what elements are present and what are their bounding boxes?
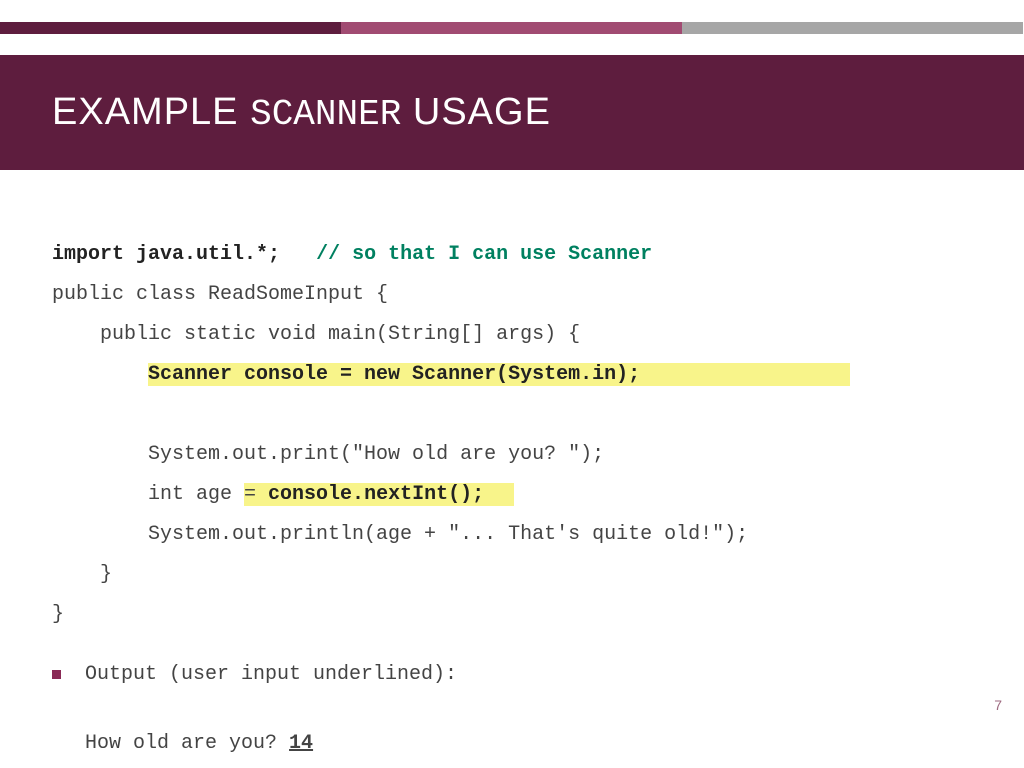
title-word-2: SCANNER — [250, 94, 401, 135]
output-heading: Output (user input underlined): — [85, 655, 457, 695]
slide-title: EXAMPLE SCANNER USAGE — [52, 91, 551, 135]
title-word-3: USAGE — [413, 91, 551, 133]
page-number: 7 — [994, 697, 1002, 713]
code-line-8: } — [52, 563, 112, 586]
output-prompt: How old are you? — [85, 732, 289, 755]
bullet-icon — [52, 670, 61, 679]
code-line-1a: import java.util.*; — [52, 243, 280, 266]
code-line-5: System.out.print("How old are you? "); — [52, 443, 604, 466]
code-line-2: public class ReadSomeInput { — [52, 283, 388, 306]
output-user-input: 14 — [289, 732, 313, 755]
code-line-9: } — [52, 603, 64, 626]
code-line-6c-highlight: console.nextInt(); — [268, 483, 514, 506]
title-word-1: EXAMPLE — [52, 91, 239, 133]
code-line-6a: int age — [52, 483, 244, 506]
code-line-6b: = — [244, 483, 268, 506]
code-line-4-highlight: Scanner console = new Scanner(System.in)… — [148, 363, 850, 386]
decorative-stripe — [0, 22, 1024, 34]
output-line-1: How old are you? 14 — [85, 725, 972, 763]
output-line-2: 14... That's quite old! — [85, 763, 972, 768]
code-line-7: System.out.println(age + "... That's qui… — [52, 523, 748, 546]
code-block: import java.util.*; // so that I can use… — [52, 195, 972, 635]
code-line-1b: // so that I can use Scanner — [316, 243, 652, 266]
content-area: import java.util.*; // so that I can use… — [52, 195, 972, 768]
output-heading-row: Output (user input underlined): — [52, 655, 972, 695]
output-block: How old are you? 14 14... That's quite o… — [85, 725, 972, 768]
code-line-3: public static void main(String[] args) { — [52, 323, 580, 346]
title-bar: EXAMPLE SCANNER USAGE — [0, 55, 1024, 170]
